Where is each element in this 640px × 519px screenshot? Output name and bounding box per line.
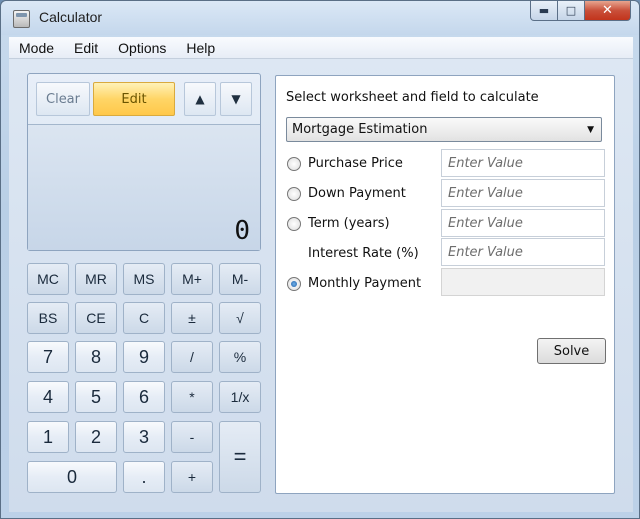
backspace-button[interactable]: BS bbox=[27, 302, 69, 334]
menu-mode[interactable]: Mode bbox=[9, 40, 64, 56]
digit-1-button[interactable]: 1 bbox=[27, 421, 69, 453]
down-payment-radio[interactable] bbox=[287, 187, 301, 201]
digit-9-button[interactable]: 9 bbox=[123, 341, 165, 373]
ms-button[interactable]: MS bbox=[123, 263, 165, 295]
purchase-price-input[interactable] bbox=[441, 149, 605, 177]
worksheet-select-value: Mortgage Estimation bbox=[292, 122, 428, 137]
minimize-button[interactable]: ▬ bbox=[530, 1, 558, 21]
down-payment-input[interactable] bbox=[441, 179, 605, 207]
digit-3-button[interactable]: 3 bbox=[123, 421, 165, 453]
multiply-button[interactable]: * bbox=[171, 381, 213, 413]
worksheet-heading: Select worksheet and field to calculate bbox=[286, 90, 539, 105]
calculator-body: Clear Edit ▲ ▼ 0 MC MR MS M+ M- BS CE C … bbox=[9, 59, 633, 512]
history-clear-button[interactable]: Clear bbox=[36, 82, 90, 116]
term-years-input[interactable] bbox=[441, 209, 605, 237]
maximize-button[interactable]: □ bbox=[558, 1, 585, 21]
calculator-window: Calculator ▬ □ ✕ Mode Edit Options Help … bbox=[0, 0, 640, 519]
mc-button[interactable]: MC bbox=[27, 263, 69, 295]
divide-button[interactable]: / bbox=[171, 341, 213, 373]
m-plus-button[interactable]: M+ bbox=[171, 263, 213, 295]
history-edit-button[interactable]: Edit bbox=[93, 82, 175, 116]
calculator-icon bbox=[13, 10, 30, 28]
solve-button[interactable]: Solve bbox=[537, 338, 606, 364]
worksheet-panel: Select worksheet and field to calculate … bbox=[275, 75, 615, 494]
term-years-radio[interactable] bbox=[287, 217, 301, 231]
history-up-button[interactable]: ▲ bbox=[184, 82, 216, 116]
close-button[interactable]: ✕ bbox=[585, 1, 631, 21]
window-title: Calculator bbox=[39, 9, 103, 25]
purchase-price-label: Purchase Price bbox=[308, 156, 403, 171]
window-controls: ▬ □ ✕ bbox=[530, 1, 631, 21]
menu-help[interactable]: Help bbox=[176, 40, 225, 56]
monthly-payment-output bbox=[441, 268, 605, 296]
digit-2-button[interactable]: 2 bbox=[75, 421, 117, 453]
chevron-down-icon: ▼ bbox=[587, 125, 594, 135]
digit-4-button[interactable]: 4 bbox=[27, 381, 69, 413]
sqrt-button[interactable]: √ bbox=[219, 302, 261, 334]
history-down-button[interactable]: ▼ bbox=[220, 82, 252, 116]
menu-edit[interactable]: Edit bbox=[64, 40, 108, 56]
add-button[interactable]: + bbox=[171, 461, 213, 493]
decimal-button[interactable]: . bbox=[123, 461, 165, 493]
digit-7-button[interactable]: 7 bbox=[27, 341, 69, 373]
standard-calculator-panel: Clear Edit ▲ ▼ 0 MC MR MS M+ M- BS CE C … bbox=[27, 73, 261, 493]
m-minus-button[interactable]: M- bbox=[219, 263, 261, 295]
arrow-down-icon: ▼ bbox=[231, 92, 241, 106]
digit-0-button[interactable]: 0 bbox=[27, 461, 117, 493]
interest-rate-input[interactable] bbox=[441, 238, 605, 266]
monthly-payment-radio[interactable] bbox=[287, 277, 301, 291]
worksheet-select[interactable]: Mortgage Estimation ▼ bbox=[286, 117, 602, 142]
purchase-price-radio[interactable] bbox=[287, 157, 301, 171]
percent-button[interactable]: % bbox=[219, 341, 261, 373]
digit-8-button[interactable]: 8 bbox=[75, 341, 117, 373]
arrow-up-icon: ▲ bbox=[195, 92, 205, 106]
subtract-button[interactable]: - bbox=[171, 421, 213, 453]
calculator-display: 0 bbox=[28, 124, 260, 250]
term-years-label: Term (years) bbox=[308, 216, 390, 231]
menu-bar: Mode Edit Options Help bbox=[9, 37, 633, 59]
interest-rate-label: Interest Rate (%) bbox=[308, 246, 419, 261]
monthly-payment-label: Monthly Payment bbox=[308, 276, 422, 291]
down-payment-label: Down Payment bbox=[308, 186, 406, 201]
display-box: Clear Edit ▲ ▼ 0 bbox=[27, 73, 261, 251]
equals-button[interactable]: = bbox=[219, 421, 261, 493]
display-value: 0 bbox=[234, 216, 250, 246]
mr-button[interactable]: MR bbox=[75, 263, 117, 295]
digit-5-button[interactable]: 5 bbox=[75, 381, 117, 413]
negate-button[interactable]: ± bbox=[171, 302, 213, 334]
clear-entry-button[interactable]: CE bbox=[75, 302, 117, 334]
title-bar[interactable]: Calculator ▬ □ ✕ bbox=[1, 1, 639, 35]
digit-6-button[interactable]: 6 bbox=[123, 381, 165, 413]
clear-button[interactable]: C bbox=[123, 302, 165, 334]
reciprocal-button[interactable]: 1/x bbox=[219, 381, 261, 413]
menu-options[interactable]: Options bbox=[108, 40, 176, 56]
